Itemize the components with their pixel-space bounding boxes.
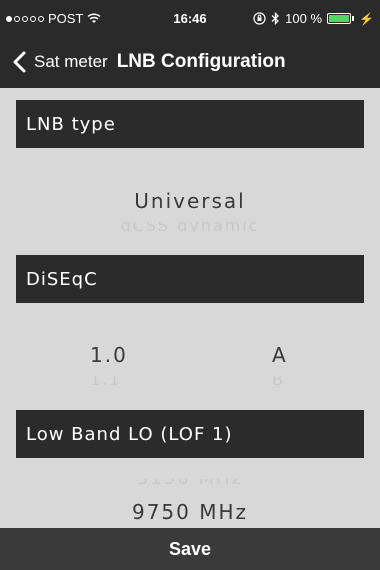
chevron-left-icon (13, 51, 26, 73)
battery-icon (327, 13, 355, 24)
lnb-type-picker-selected[interactable]: Universal (0, 189, 380, 213)
back-button[interactable]: Sat meter (10, 50, 108, 74)
low-band-lo-header: Low Band LO (LOF 1) (16, 410, 364, 458)
lnb-type-header: LNB type (16, 100, 364, 148)
lnb-type-picker-next-clip: dCSS dynamic (0, 222, 380, 232)
battery-percent: 100 % (285, 11, 323, 26)
lnb-type-header-label: LNB type (26, 113, 116, 135)
save-button[interactable]: Save (0, 528, 380, 570)
bluetooth-icon (271, 12, 280, 25)
diseqc-header: DiSEqC (16, 255, 364, 303)
orientation-lock-icon (253, 12, 266, 25)
save-button-label: Save (168, 538, 212, 559)
navigation-bar: Sat meter LNB Configuration (0, 36, 380, 88)
page-title: LNB Configuration (116, 51, 286, 72)
low-band-lo-header-label: Low Band LO (LOF 1) (26, 423, 233, 445)
low-band-picker-prev-clip: 5150 MHz (0, 479, 380, 491)
back-button-label: Sat meter (34, 52, 108, 71)
diseqc-version-next[interactable]: 1.1 (90, 376, 121, 385)
diseqc-header-label: DiSEqC (26, 268, 98, 290)
lnb-type-picker-next[interactable]: dCSS dynamic (0, 222, 380, 232)
charging-icon: ⚡ (359, 11, 374, 26)
low-band-picker-prev[interactable]: 5150 MHz (0, 479, 380, 489)
diseqc-port-next[interactable]: B (272, 376, 285, 385)
diseqc-version-selected[interactable]: 1.0 (90, 343, 128, 367)
status-bar: POST 16:46 100 % ⚡ (0, 0, 380, 36)
diseqc-port-selected[interactable]: A (272, 343, 288, 367)
battery-fill (329, 15, 350, 22)
low-band-picker-selected[interactable]: 9750 MHz (0, 500, 380, 524)
diseqc-picker-selected-row: 1.0 A (0, 343, 380, 369)
status-right-group: 100 % ⚡ (253, 11, 374, 26)
diseqc-picker-next-row: 1.1 B (0, 376, 380, 385)
diseqc-picker-next-clip: 1.1 B (0, 376, 380, 385)
